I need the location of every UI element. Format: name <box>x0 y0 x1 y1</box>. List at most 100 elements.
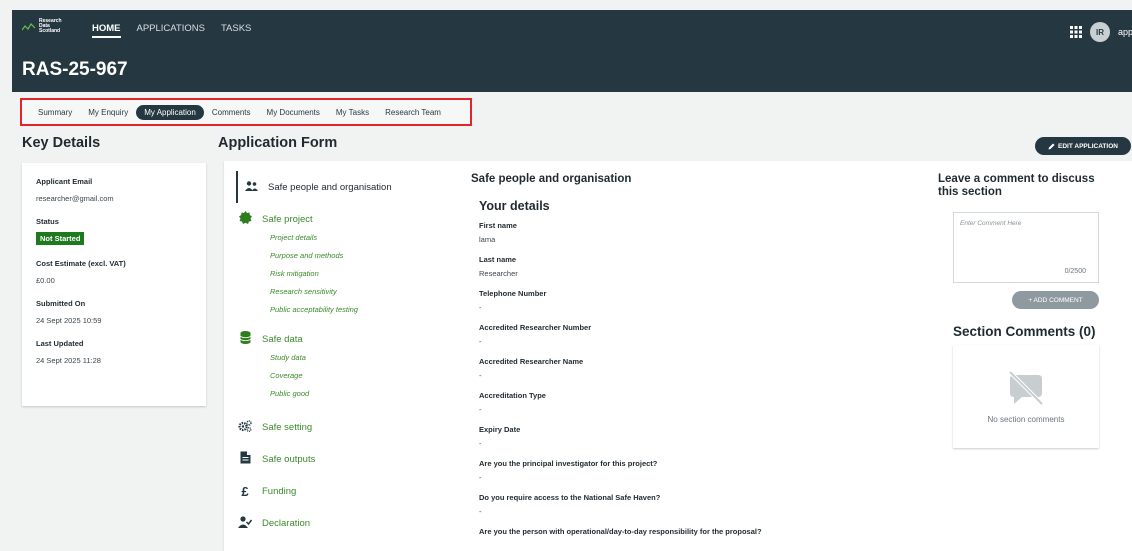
submitted-on-label: Submitted On <box>36 299 86 308</box>
form-content: Safe people and organisation Your detail… <box>471 173 881 551</box>
pound-icon: £ <box>241 483 249 499</box>
field-label: Accredited Researcher Number <box>479 323 592 332</box>
nav-declaration[interactable]: Declaration <box>238 513 458 533</box>
field-value: - <box>479 473 482 482</box>
form-field: Telephone Number - <box>479 289 881 323</box>
field-value: - <box>479 337 482 346</box>
nav-safe-people[interactable]: Safe people and organisation <box>236 171 458 203</box>
comment-char-count: 0/2500 <box>1064 268 1086 275</box>
field-label: Expiry Date <box>479 425 521 434</box>
nav-funding[interactable]: £ Funding <box>238 481 458 501</box>
form-field: Accreditation Type - <box>479 391 881 425</box>
status-badge: Not Started <box>36 232 85 245</box>
last-updated-label: Last Updated <box>36 339 84 348</box>
cost-estimate-value: £0.00 <box>36 276 55 285</box>
field-value: - <box>479 507 482 516</box>
nav-safe-setting[interactable]: Safe setting <box>238 417 458 437</box>
comment-placeholder: Enter Comment Here <box>960 220 1022 227</box>
nav-sub-risk-mitigation[interactable]: Risk mitigation <box>270 265 458 283</box>
field-value: - <box>479 371 482 380</box>
application-form-heading: Application Form <box>218 135 338 151</box>
applicant-email-value: researcher@gmail.com <box>36 194 114 203</box>
field-value: - <box>479 303 482 312</box>
form-field: Do you require access to the National Sa… <box>479 493 881 527</box>
field-label: Accreditation Type <box>479 391 546 400</box>
tab-research-team[interactable]: Research Team <box>377 105 449 120</box>
application-form-card: Safe people and organisation Safe projec… <box>224 161 1132 551</box>
form-section-nav: Safe people and organisation Safe projec… <box>236 171 458 533</box>
nav-applications[interactable]: APPLICATIONS <box>137 23 205 38</box>
application-tabs: Summary My Enquiry My Application Commen… <box>20 98 472 126</box>
nav-declaration-label: Declaration <box>262 517 311 529</box>
nav-safe-people-label: Safe people and organisation <box>268 181 392 193</box>
field-label: First name <box>479 221 517 230</box>
gears-icon <box>238 419 252 435</box>
nav-safe-data[interactable]: Safe data <box>238 329 458 349</box>
leave-comment-heading: Leave a comment to discuss this section <box>938 173 1095 198</box>
key-details-heading: Key Details <box>22 135 101 151</box>
tab-my-enquiry[interactable]: My Enquiry <box>80 105 136 120</box>
nav-funding-label: Funding <box>262 485 297 497</box>
nav-safe-outputs[interactable]: Safe outputs <box>238 449 458 469</box>
nav-tasks[interactable]: TASKS <box>221 23 251 38</box>
app-header: Research Data Scotland HOME APPLICATIONS… <box>12 10 1132 92</box>
form-fields: First name lama Last name Researcher Telep… <box>479 221 881 551</box>
field-value: lama <box>479 235 496 244</box>
nav-safe-setting-label: Safe setting <box>262 421 313 433</box>
nav-sub-purpose-methods[interactable]: Purpose and methods <box>270 247 458 265</box>
document-icon <box>238 451 252 467</box>
nav-sub-study-data[interactable]: Study data <box>270 349 458 367</box>
nav-home[interactable]: HOME <box>92 23 121 38</box>
avatar[interactable]: IR <box>1090 22 1110 42</box>
logo-text-line: Scotland <box>39 28 61 34</box>
research-data-scotland-logo[interactable]: Research Data Scotland <box>22 19 62 34</box>
pencil-icon <box>1048 143 1055 149</box>
field-label: Telephone Number <box>479 289 547 298</box>
add-comment-button[interactable]: + ADD COMMENT <box>1012 291 1099 309</box>
field-label: Do you require access to the National Sa… <box>479 493 661 502</box>
field-label: Accredited Researcher Name <box>479 357 584 366</box>
nav-sub-project-details[interactable]: Project details <box>270 229 458 247</box>
field-label: Are you the person with operational/day-… <box>479 527 762 536</box>
form-field: Accredited Researcher Number - <box>479 323 881 357</box>
comment-off-icon <box>1008 370 1044 406</box>
badge-seal-icon <box>238 211 252 227</box>
nav-sub-public-acceptability[interactable]: Public acceptability testing <box>270 301 458 319</box>
comment-textarea[interactable]: Enter Comment Here 0/2500 <box>953 212 1099 283</box>
field-label: Are you the principal investigator for t… <box>479 459 658 468</box>
tab-my-application[interactable]: My Application <box>136 104 204 120</box>
nav-sub-public-good[interactable]: Public good <box>270 385 458 403</box>
field-label: Last name <box>479 255 517 264</box>
nav-safe-project-label: Safe project <box>262 213 313 225</box>
people-icon <box>244 180 258 194</box>
nav-safe-outputs-label: Safe outputs <box>262 453 316 465</box>
nav-safe-data-label: Safe data <box>262 333 303 345</box>
section-comments-heading: Section Comments (0) <box>953 324 1096 339</box>
edit-application-label: EDIT APPLICATION <box>1058 142 1118 150</box>
nav-sub-coverage[interactable]: Coverage <box>270 367 458 385</box>
comments-panel: Leave a comment to discuss this section … <box>938 173 1103 448</box>
edit-application-button[interactable]: EDIT APPLICATION <box>1035 137 1131 155</box>
form-field: Are you the principal investigator for t… <box>479 459 881 493</box>
last-updated-value: 24 Sept 2025 11:28 <box>36 356 101 365</box>
field-value: - <box>479 439 482 448</box>
form-field: Accredited Researcher Name - <box>479 357 881 391</box>
tab-comments[interactable]: Comments <box>204 105 259 120</box>
form-field: Last name Researcher <box>479 255 881 289</box>
tab-my-tasks[interactable]: My Tasks <box>328 105 377 120</box>
tab-my-documents[interactable]: My Documents <box>259 105 328 120</box>
top-nav: HOME APPLICATIONS TASKS <box>92 23 251 38</box>
nav-safe-project[interactable]: Safe project <box>238 209 458 229</box>
user-name[interactable]: appl <box>1118 27 1132 37</box>
field-value: Researcher <box>479 269 518 278</box>
page-title: RAS-25-967 <box>22 59 128 80</box>
form-field: Are you the person with operational/day-… <box>479 527 881 551</box>
nav-sub-research-sensitivity[interactable]: Research sensitivity <box>270 283 458 301</box>
user-check-icon <box>238 515 253 531</box>
tab-summary[interactable]: Summary <box>30 105 80 120</box>
form-section-title: Safe people and organisation <box>471 173 632 185</box>
apps-grid-icon[interactable] <box>1070 26 1082 38</box>
form-field: First name lama <box>479 221 881 255</box>
applicant-email-label: Applicant Email <box>36 177 93 186</box>
field-value: - <box>479 405 482 414</box>
